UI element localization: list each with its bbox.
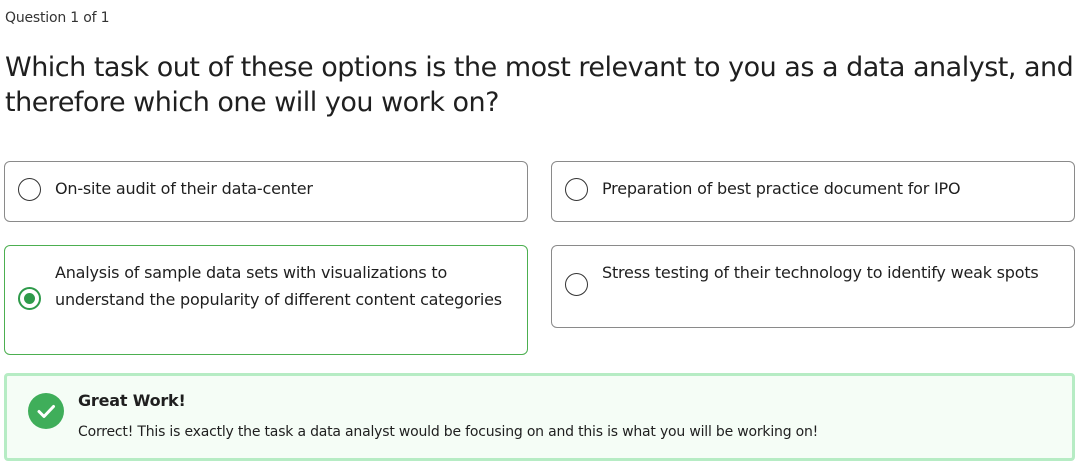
answer-option-stress-testing[interactable]: Stress testing of their technology to id… xyxy=(551,245,1075,328)
answer-option-onsite-audit[interactable]: On-site audit of their data-center xyxy=(4,161,528,222)
answer-option-label: On-site audit of their data-center xyxy=(55,179,313,198)
feedback-message: Correct! This is exactly the task a data… xyxy=(78,424,819,440)
answer-option-data-analysis[interactable]: Analysis of sample data sets with visual… xyxy=(4,245,528,355)
question-counter: Question 1 of 1 xyxy=(5,10,110,26)
radio-button[interactable] xyxy=(18,178,41,201)
check-circle-icon xyxy=(28,393,64,429)
answer-option-label: Preparation of best practice document fo… xyxy=(602,179,961,198)
answer-option-label: Stress testing of their technology to id… xyxy=(602,263,1039,282)
radio-button-selected[interactable] xyxy=(18,287,41,310)
question-title: Which task out of these options is the m… xyxy=(5,52,1074,118)
feedback-title: Great Work! xyxy=(78,391,186,410)
answer-option-label: Analysis of sample data sets with visual… xyxy=(55,263,502,309)
radio-button[interactable] xyxy=(565,178,588,201)
answer-option-ipo-document[interactable]: Preparation of best practice document fo… xyxy=(551,161,1075,222)
radio-button[interactable] xyxy=(565,273,588,296)
feedback-panel: Great Work! Correct! This is exactly the… xyxy=(4,373,1075,461)
